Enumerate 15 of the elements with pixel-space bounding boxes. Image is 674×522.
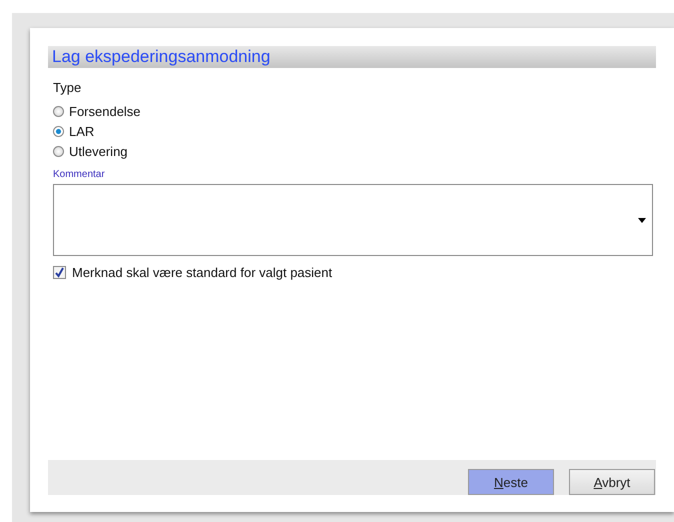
radio-button[interactable] xyxy=(53,106,64,116)
comment-label: Kommentar xyxy=(53,169,106,180)
dialog-title: Lag ekspederingsanmodning xyxy=(48,46,656,68)
next-button[interactable]: Neste xyxy=(468,469,554,495)
dropdown-caret-icon[interactable] xyxy=(638,218,646,222)
type-label: Type xyxy=(53,80,82,95)
radio-label[interactable]: LAR xyxy=(69,124,94,138)
checkbox[interactable] xyxy=(53,266,66,279)
cancel-button[interactable]: Avbryt xyxy=(569,469,655,495)
comment-field[interactable] xyxy=(53,184,653,256)
radio-label[interactable]: Utlevering xyxy=(69,144,128,158)
radio-button[interactable] xyxy=(53,126,64,136)
checkbox-label[interactable]: Merknad skal være standard for valgt pasient xyxy=(72,265,332,280)
radio-label[interactable]: Forsendelse xyxy=(69,104,141,118)
radio-button[interactable] xyxy=(53,146,64,156)
